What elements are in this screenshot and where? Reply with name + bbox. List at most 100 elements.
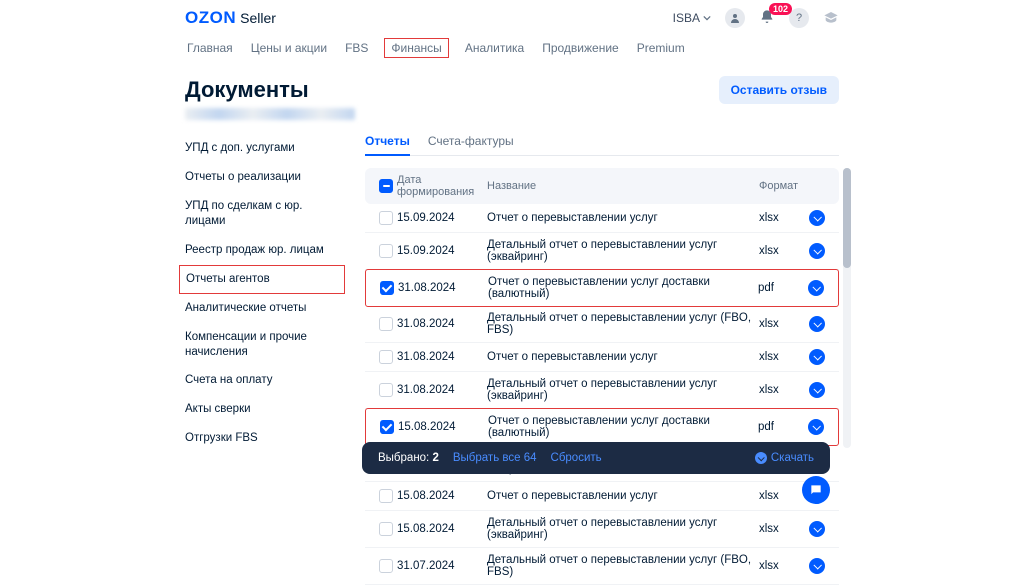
cell-date: 31.07.2024 [397,560,477,572]
table: Дата формирования Название Формат 15.09.… [365,168,839,585]
sidebar-item[interactable]: Отгрузки FBS [185,424,345,453]
table-row: 15.08.2024Детальный отчет о перевыставле… [365,511,839,548]
cell-format: xlsx [759,318,809,330]
cell-format: xlsx [759,351,809,363]
user-icon[interactable] [725,8,745,28]
chat-icon [809,483,823,497]
cell-format: xlsx [759,245,809,257]
sidebar-item[interactable]: Отчеты агентов [179,265,345,294]
table-row: 31.08.2024Детальный отчет о перевыставле… [365,306,839,343]
main: Отчеты Счета-фактуры Дата формирования На… [365,134,839,585]
page-title: Документы [185,77,309,103]
selection-count: Выбрано: 2 [378,452,439,464]
scrollbar[interactable] [843,168,851,448]
account-menu[interactable]: ISBA [673,11,711,25]
col-header-format[interactable]: Формат [759,180,809,192]
table-row: 15.09.2024Детальный отчет о перевыставле… [365,233,839,270]
chevron-down-icon [703,14,711,22]
nav-item[interactable]: FBS [343,38,370,58]
download-row-button[interactable] [809,349,825,365]
row-checkbox[interactable] [379,559,393,573]
row-checkbox[interactable] [379,317,393,331]
cell-date: 31.08.2024 [397,318,477,330]
cell-name: Отчет о перевыставлении услуг [477,212,759,224]
navbar: Главная Цены и акции FBS Финансы Аналитика Пр… [0,32,1024,66]
cell-format: xlsx [759,523,809,535]
cell-format: xlsx [759,212,809,224]
sidebar: УПД с доп. услугамиОтчеты о реализацииУП… [185,134,345,585]
cell-name: Отчет о перевыставлении услуг доставки (… [478,415,758,439]
table-row: 15.09.2024Отчет о перевыставлении услугx… [365,204,839,233]
select-all-link[interactable]: Выбрать все 64 [453,452,537,464]
topbar: OZON Seller ISBA 102 ? [0,0,1024,32]
help-icon[interactable]: ? [789,8,809,28]
row-checkbox[interactable] [379,489,393,503]
row-checkbox[interactable] [380,420,394,434]
topbar-right: ISBA 102 ? [673,8,839,28]
cell-format: xlsx [759,384,809,396]
download-row-button[interactable] [809,316,825,332]
sidebar-item[interactable]: УПД по сделкам с юр. лицами [185,192,345,236]
layout: УПД с доп. услугамиОтчеты о реализацииУП… [185,134,839,585]
col-header-name[interactable]: Название [477,180,759,192]
sidebar-item[interactable]: Акты сверки [185,395,345,424]
action-bar: Выбрано: 2 Выбрать все 64 Сбросить Скача… [362,442,830,474]
nav-item[interactable]: Аналитика [463,38,526,58]
row-checkbox[interactable] [379,244,393,258]
nav-item[interactable]: Главная [185,38,235,58]
row-checkbox[interactable] [379,211,393,225]
table-row: 31.08.2024Отчет о перевыставлении услугx… [365,343,839,372]
download-row-button[interactable] [808,280,824,296]
feedback-button[interactable]: Оставить отзыв [719,76,839,104]
download-row-button[interactable] [809,382,825,398]
cell-name: Отчет о перевыставлении услуг [477,490,759,502]
breadcrumb-blur [185,108,355,120]
logo-brand: OZON [185,8,236,28]
nav-item[interactable]: Продвижение [540,38,621,58]
download-button[interactable]: Скачать [755,452,814,464]
download-row-button[interactable] [808,419,824,435]
nav-item[interactable]: Цены и акции [249,38,329,58]
cell-name: Отчет о перевыставлении услуг [477,351,759,363]
table-row: 15.08.2024Отчет о перевыставлении услуг … [365,408,839,446]
download-icon [755,452,767,464]
table-row: 31.07.2024Детальный отчет о перевыставле… [365,548,839,585]
download-row-button[interactable] [809,243,825,259]
table-row: 15.08.2024Отчет о перевыставлении услугx… [365,482,839,511]
logo[interactable]: OZON Seller [185,8,276,28]
row-checkbox[interactable] [379,383,393,397]
sidebar-item[interactable]: Отчеты о реализации [185,163,345,192]
sidebar-item[interactable]: УПД с доп. услугами [185,134,345,163]
table-header: Дата формирования Название Формат [365,168,839,204]
sidebar-item[interactable]: Счета на оплату [185,366,345,395]
download-row-button[interactable] [809,521,825,537]
download-row-button[interactable] [809,558,825,574]
tab[interactable]: Счета-фактуры [428,134,514,155]
download-row-button[interactable] [809,210,825,226]
notifications-button[interactable]: 102 [759,9,775,28]
tabs: Отчеты Счета-фактуры [365,134,839,156]
row-checkbox[interactable] [379,522,393,536]
graduation-icon[interactable] [823,10,839,26]
nav-item[interactable]: Premium [635,38,687,58]
chat-fab[interactable] [802,476,830,504]
row-checkbox[interactable] [379,350,393,364]
table-row: 31.08.2024Отчет о перевыставлении услуг … [365,269,839,307]
cell-format: pdf [758,421,808,433]
reset-link[interactable]: Сбросить [551,452,602,464]
cell-date: 15.09.2024 [397,212,477,224]
col-header-date[interactable]: Дата формирования [397,174,477,198]
row-checkbox[interactable] [380,281,394,295]
tab[interactable]: Отчеты [365,134,410,156]
sidebar-item[interactable]: Аналитические отчеты [185,294,345,323]
sidebar-item[interactable]: Реестр продаж юр. лицам [185,236,345,265]
nav-item[interactable]: Финансы [384,38,448,58]
page-head: Документы Оставить отзыв [185,76,839,104]
cell-date: 31.08.2024 [397,384,477,396]
scroll-thumb[interactable] [843,168,851,268]
account-name: ISBA [673,11,700,25]
table-body: 15.09.2024Отчет о перевыставлении услугx… [365,204,839,585]
cell-name: Детальный отчет о перевыставлении услуг … [477,517,759,541]
checkbox-select-all[interactable] [379,179,393,193]
sidebar-item[interactable]: Компенсации и прочие начисления [185,323,345,367]
